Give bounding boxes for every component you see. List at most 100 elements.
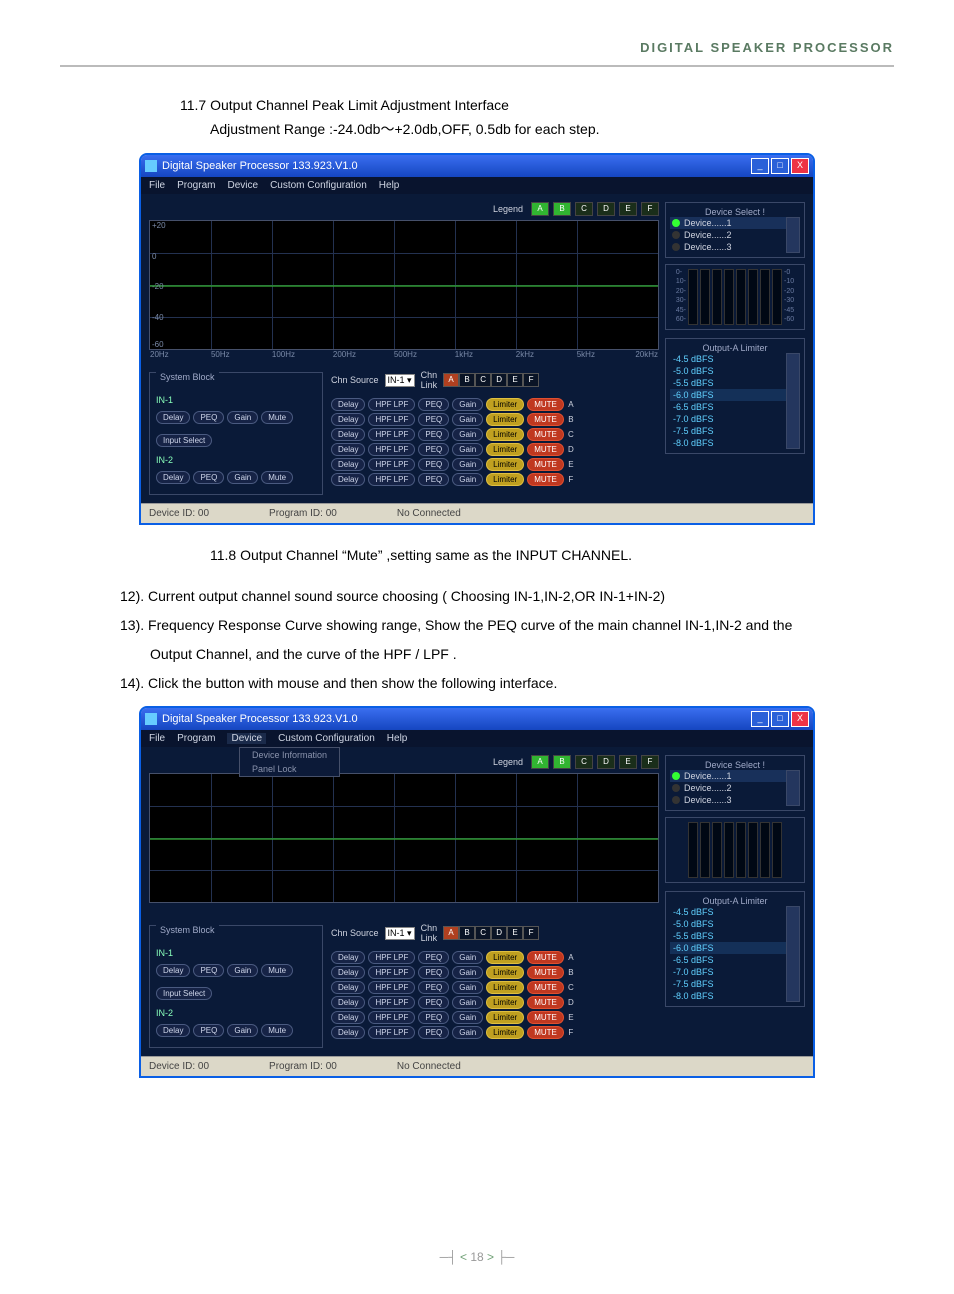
in2-mute-2[interactable]: Mute (261, 1024, 293, 1037)
limiter-value-5[interactable]: -7.0 dBFS (670, 966, 786, 978)
in2-peq[interactable]: PEQ (193, 471, 224, 484)
legend-led-f-2[interactable]: F (641, 755, 659, 769)
link-a-2[interactable]: A (443, 926, 459, 940)
out-d-peq[interactable]: PEQ (418, 443, 449, 456)
limiter-value-7[interactable]: -8.0 dBFS (670, 437, 786, 449)
limiter-value-2[interactable]: -5.5 dBFS (670, 377, 786, 389)
out-c-mute[interactable]: MUTE (527, 981, 564, 994)
out-c-limiter[interactable]: Limiter (486, 428, 524, 441)
in2-mute[interactable]: Mute (261, 471, 293, 484)
out-c-peq[interactable]: PEQ (418, 428, 449, 441)
out-b-mute[interactable]: MUTE (527, 413, 564, 426)
device-2[interactable]: Device......2 (670, 229, 786, 241)
out-a-hpf lpf[interactable]: HPF LPF (368, 951, 415, 964)
in1-gain[interactable]: Gain (227, 411, 258, 424)
out-e-hpf lpf[interactable]: HPF LPF (368, 458, 415, 471)
device-2-2[interactable]: Device......2 (670, 782, 786, 794)
submenu-panel-lock[interactable]: Panel Lock (240, 762, 339, 776)
device-3-2[interactable]: Device......3 (670, 794, 786, 806)
out-a-mute[interactable]: MUTE (527, 951, 564, 964)
out-d-limiter[interactable]: Limiter (486, 443, 524, 456)
limiter-value-1[interactable]: -5.0 dBFS (670, 918, 786, 930)
out-f-limiter[interactable]: Limiter (486, 1026, 524, 1039)
out-c-limiter[interactable]: Limiter (486, 981, 524, 994)
out-d-gain[interactable]: Gain (452, 996, 483, 1009)
limiter-value-5[interactable]: -7.0 dBFS (670, 413, 786, 425)
out-e-hpf lpf[interactable]: HPF LPF (368, 1011, 415, 1024)
out-a-peq[interactable]: PEQ (418, 398, 449, 411)
limiter-value-4[interactable]: -6.5 dBFS (670, 401, 786, 413)
in2-gain-2[interactable]: Gain (227, 1024, 258, 1037)
menu-device-2[interactable]: Device (227, 733, 266, 744)
device-3[interactable]: Device......3 (670, 241, 786, 253)
link-b[interactable]: B (459, 373, 475, 387)
menu-program-2[interactable]: Program (177, 733, 215, 744)
limiter-value-1[interactable]: -5.0 dBFS (670, 365, 786, 377)
out-d-hpf lpf[interactable]: HPF LPF (368, 996, 415, 1009)
out-e-delay[interactable]: Delay (331, 458, 365, 471)
legend-led-c[interactable]: C (575, 202, 593, 216)
out-b-limiter[interactable]: Limiter (486, 413, 524, 426)
out-a-gain[interactable]: Gain (452, 951, 483, 964)
out-d-hpf lpf[interactable]: HPF LPF (368, 443, 415, 456)
out-b-gain[interactable]: Gain (452, 966, 483, 979)
out-d-delay[interactable]: Delay (331, 443, 365, 456)
link-d[interactable]: D (491, 373, 507, 387)
out-f-limiter[interactable]: Limiter (486, 473, 524, 486)
legend-led-a-2[interactable]: A (531, 755, 549, 769)
in1-delay-2[interactable]: Delay (156, 964, 190, 977)
out-d-limiter[interactable]: Limiter (486, 996, 524, 1009)
in2-peq-2[interactable]: PEQ (193, 1024, 224, 1037)
out-a-delay[interactable]: Delay (331, 951, 365, 964)
limiter-value-7[interactable]: -8.0 dBFS (670, 990, 786, 1002)
out-c-hpf lpf[interactable]: HPF LPF (368, 428, 415, 441)
out-e-peq[interactable]: PEQ (418, 458, 449, 471)
link-c[interactable]: C (475, 373, 491, 387)
out-d-mute[interactable]: MUTE (527, 996, 564, 1009)
out-c-peq[interactable]: PEQ (418, 981, 449, 994)
legend-led-b[interactable]: B (553, 202, 571, 216)
limiter-value-3[interactable]: -6.0 dBFS (670, 389, 786, 401)
maximize-button-2[interactable]: □ (771, 711, 789, 727)
legend-led-b-2[interactable]: B (553, 755, 571, 769)
maximize-button[interactable]: □ (771, 158, 789, 174)
device-1-2[interactable]: Device......1 (670, 770, 786, 782)
link-d-2[interactable]: D (491, 926, 507, 940)
out-e-peq[interactable]: PEQ (418, 1011, 449, 1024)
limiter-value-6[interactable]: -7.5 dBFS (670, 425, 786, 437)
link-e-2[interactable]: E (507, 926, 523, 940)
out-c-delay[interactable]: Delay (331, 428, 365, 441)
menu-help[interactable]: Help (379, 180, 400, 191)
in2-delay-2[interactable]: Delay (156, 1024, 190, 1037)
out-e-gain[interactable]: Gain (452, 1011, 483, 1024)
limiter-value-0[interactable]: -4.5 dBFS (670, 906, 786, 918)
out-f-hpf lpf[interactable]: HPF LPF (368, 473, 415, 486)
out-f-hpf lpf[interactable]: HPF LPF (368, 1026, 415, 1039)
out-f-mute[interactable]: MUTE (527, 1026, 564, 1039)
out-a-hpf lpf[interactable]: HPF LPF (368, 398, 415, 411)
legend-led-d-2[interactable]: D (597, 755, 615, 769)
out-a-limiter[interactable]: Limiter (486, 398, 524, 411)
out-d-peq[interactable]: PEQ (418, 996, 449, 1009)
limiter-value-2[interactable]: -5.5 dBFS (670, 930, 786, 942)
legend-led-e[interactable]: E (619, 202, 637, 216)
out-f-peq[interactable]: PEQ (418, 1026, 449, 1039)
submenu-device-info[interactable]: Device Information (240, 748, 339, 762)
out-e-limiter[interactable]: Limiter (486, 458, 524, 471)
out-b-hpf lpf[interactable]: HPF LPF (368, 413, 415, 426)
device-1[interactable]: Device......1 (670, 217, 786, 229)
out-b-gain[interactable]: Gain (452, 413, 483, 426)
input-select-button[interactable]: Input Select (156, 434, 212, 447)
link-f[interactable]: F (523, 373, 539, 387)
link-e[interactable]: E (507, 373, 523, 387)
out-d-mute[interactable]: MUTE (527, 443, 564, 456)
out-f-peq[interactable]: PEQ (418, 473, 449, 486)
chn-source-select-2[interactable]: IN-1 ▾ (385, 927, 415, 940)
limiter-scrollbar[interactable] (786, 353, 800, 449)
out-e-limiter[interactable]: Limiter (486, 1011, 524, 1024)
legend-led-e-2[interactable]: E (619, 755, 637, 769)
link-b-2[interactable]: B (459, 926, 475, 940)
in1-peq-2[interactable]: PEQ (193, 964, 224, 977)
out-d-delay[interactable]: Delay (331, 996, 365, 1009)
link-f-2[interactable]: F (523, 926, 539, 940)
